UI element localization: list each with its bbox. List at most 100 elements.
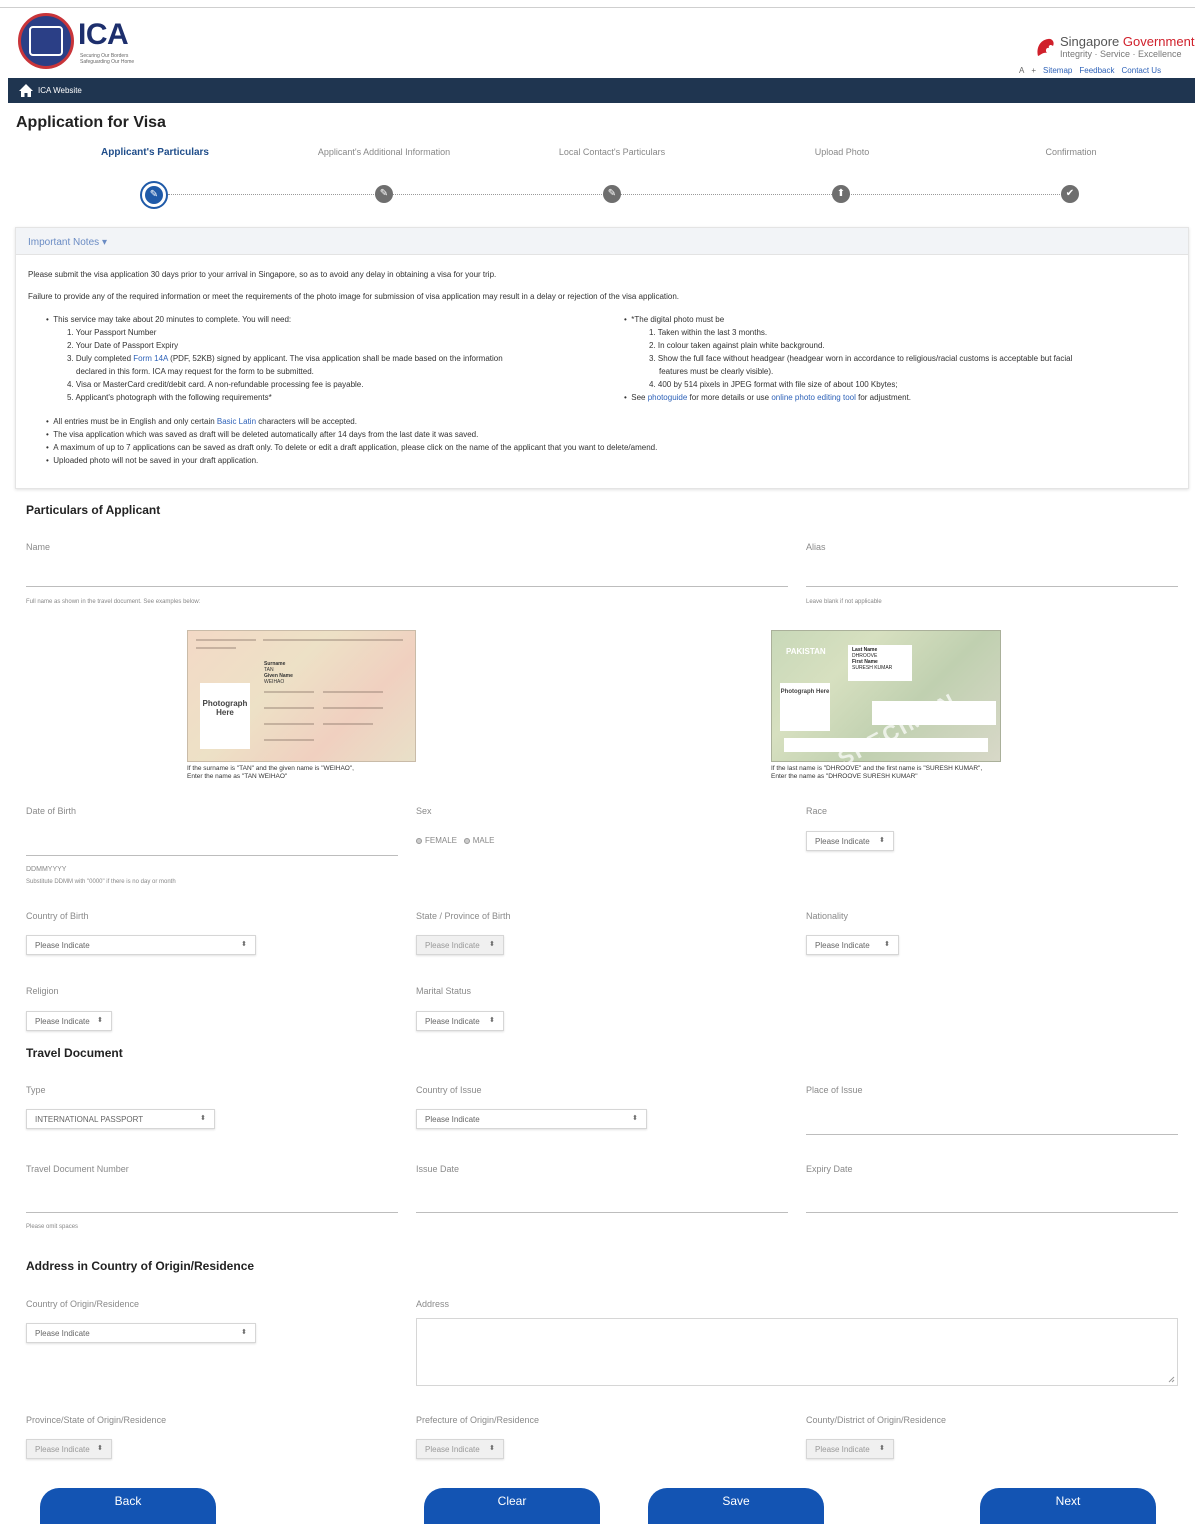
cob-select[interactable]: Please Indicate ⬍ [26, 935, 256, 955]
select-arrow-icon: ⬍ [489, 1017, 495, 1024]
step-4-upload-icon[interactable]: ⬆ [832, 185, 850, 203]
address-section-title: Address in Country of Origin/Residence [26, 1259, 255, 1273]
particulars-section-title: Particulars of Applicant [26, 503, 161, 517]
feedback-link[interactable]: Feedback [1079, 66, 1114, 75]
chevron-down-icon: ▾ [101, 237, 107, 248]
notes-need-intro: • This service may take about 20 minutes… [46, 315, 292, 324]
select-arrow-icon: ⬍ [879, 1445, 885, 1452]
notes-paragraph-1: Please submit the visa application 30 da… [28, 270, 497, 279]
marital-label: Marital Status [416, 986, 472, 996]
utility-links: A + Sitemap Feedback Contact Us [1012, 66, 1161, 75]
step-label-confirmation[interactable]: Confirmation [971, 147, 1171, 157]
alias-hint: Leave blank if not applicable [806, 599, 882, 605]
state-select[interactable]: Please Indicate ⬍ [416, 935, 504, 955]
notes-photo-3-cont: features must be clearly visible). [659, 367, 774, 376]
dob-format-hint: DDMMYYYY [26, 866, 67, 873]
next-button[interactable]: Next [980, 1488, 1156, 1524]
nationality-select[interactable]: Please Indicate ⬍ [806, 935, 899, 955]
top-navbar: ICA Website [8, 78, 1195, 103]
step-label-local-contact[interactable]: Local Contact's Particulars [512, 147, 712, 157]
back-button[interactable]: Back [40, 1488, 216, 1524]
step-1-edit-icon[interactable]: ✎ [140, 181, 168, 209]
contact-link[interactable]: Contact Us [1122, 66, 1162, 75]
ica-logo-text[interactable]: ICA [78, 18, 129, 52]
expiry-date-label: Expiry Date [806, 1164, 853, 1174]
notes-need-4: 4. Visa or MasterCard credit/debit card.… [67, 380, 364, 389]
important-notes-toggle[interactable]: Important Notes ▾ [28, 237, 107, 248]
save-button[interactable]: Save [648, 1488, 824, 1524]
select-arrow-icon: ⬍ [97, 1445, 103, 1452]
county-label: County/District of Origin/Residence [806, 1415, 947, 1425]
select-arrow-icon: ⬍ [241, 1329, 247, 1336]
step-label-applicant-particulars[interactable]: Applicant's Particulars [55, 147, 255, 158]
step-label-upload-photo[interactable]: Upload Photo [742, 147, 942, 157]
ica-crest-icon[interactable] [18, 13, 74, 69]
dob-input[interactable] [26, 855, 398, 856]
select-arrow-icon: ⬍ [97, 1017, 103, 1024]
important-notes-header[interactable]: Important Notes ▾ [16, 228, 1188, 255]
tdn-label: Travel Document Number [26, 1164, 129, 1174]
type-label: Type [26, 1085, 46, 1095]
religion-select[interactable]: Please Indicate ⬍ [26, 1011, 112, 1031]
name-label: Name [26, 542, 51, 552]
state-label: State / Province of Birth [416, 911, 511, 921]
font-decrease-button[interactable]: A [1019, 66, 1024, 75]
select-arrow-icon: ⬍ [489, 1445, 495, 1452]
resize-handle-icon[interactable] [1168, 1376, 1175, 1383]
alias-label: Alias [806, 542, 826, 552]
race-select[interactable]: Please Indicate ⬍ [806, 831, 894, 851]
step-2-edit-icon[interactable]: ✎ [375, 185, 393, 203]
notes-photo-4: 4. 400 by 514 pixels in JPEG format with… [649, 380, 898, 389]
name-input[interactable] [26, 586, 788, 587]
select-arrow-icon: ⬍ [200, 1115, 206, 1122]
marital-select[interactable]: Please Indicate ⬍ [416, 1011, 504, 1031]
prefecture-label: Prefecture of Origin/Residence [416, 1415, 540, 1425]
notes-need-2: 2. Your Date of Passport Expiry [67, 341, 179, 350]
expiry-date-input[interactable] [806, 1212, 1178, 1213]
country-of-issue-select[interactable]: Please Indicate ⬍ [416, 1109, 647, 1129]
name-hint: Full name as shown in the travel documen… [26, 599, 201, 605]
notes-photo-intro: • *The digital photo must be [624, 315, 725, 324]
document-type-select[interactable]: INTERNATIONAL PASSPORT ⬍ [26, 1109, 215, 1129]
sex-female-radio[interactable]: FEMALE [416, 836, 457, 845]
select-arrow-icon: ⬍ [632, 1115, 638, 1122]
notes-photoguide: • See photoguide for more details or use… [624, 393, 912, 402]
sex-label: Sex [416, 806, 432, 816]
province-select[interactable]: Please Indicate ⬍ [26, 1439, 112, 1459]
issue-date-label: Issue Date [416, 1164, 460, 1174]
photo-editing-tool-link[interactable]: online photo editing tool [771, 393, 856, 402]
passport-example-1: Photograph Here Surname TAN Given Name W… [187, 630, 416, 762]
step-5-check-icon[interactable]: ✔ [1061, 185, 1079, 203]
clear-button[interactable]: Clear [424, 1488, 600, 1524]
photoguide-link[interactable]: photoguide [648, 393, 688, 402]
example1-caption: If the surname is "TAN" and the given na… [187, 765, 354, 780]
step-label-additional-info[interactable]: Applicant's Additional Information [284, 147, 484, 157]
home-icon[interactable] [18, 83, 34, 98]
page-title: Application for Visa [16, 114, 166, 131]
prefecture-select[interactable]: Please Indicate ⬍ [416, 1439, 504, 1459]
travel-document-number-input[interactable] [26, 1212, 398, 1213]
font-increase-button[interactable]: + [1031, 66, 1036, 75]
address-label: Address [416, 1299, 450, 1309]
county-select[interactable]: Please Indicate ⬍ [806, 1439, 894, 1459]
basic-latin-link[interactable]: Basic Latin [217, 417, 256, 426]
poi-label: Place of Issue [806, 1085, 863, 1095]
alias-input[interactable] [806, 586, 1178, 587]
notes-bullet-2: • The visa application which was saved a… [46, 430, 479, 439]
form-14a-link[interactable]: Form 14A [133, 354, 168, 363]
notes-bullet-1: • All entries must be in English and onl… [46, 417, 357, 426]
photo-placeholder-2: Photograph Here [780, 683, 830, 731]
origin-country-select[interactable]: Please Indicate ⬍ [26, 1323, 256, 1343]
issue-date-input[interactable] [416, 1212, 788, 1213]
ica-website-link[interactable]: ICA Website [38, 86, 82, 95]
sitemap-link[interactable]: Sitemap [1043, 66, 1072, 75]
place-of-issue-input[interactable] [806, 1134, 1178, 1135]
step-3-edit-icon[interactable]: ✎ [603, 185, 621, 203]
sex-male-radio[interactable]: MALE [463, 836, 494, 845]
notes-photo-2: 2. In colour taken against plain white b… [649, 341, 825, 350]
dob-substitute-hint: Substitute DDMM with "0000" if there is … [26, 879, 176, 885]
passport-example-2: PAKISTAN Last Name DHROOVE First Name SU… [771, 630, 1001, 771]
notes-need-3-cont: declared in this form. ICA may request f… [76, 367, 314, 376]
address-textarea[interactable] [416, 1318, 1178, 1386]
select-arrow-icon: ⬍ [489, 941, 495, 948]
